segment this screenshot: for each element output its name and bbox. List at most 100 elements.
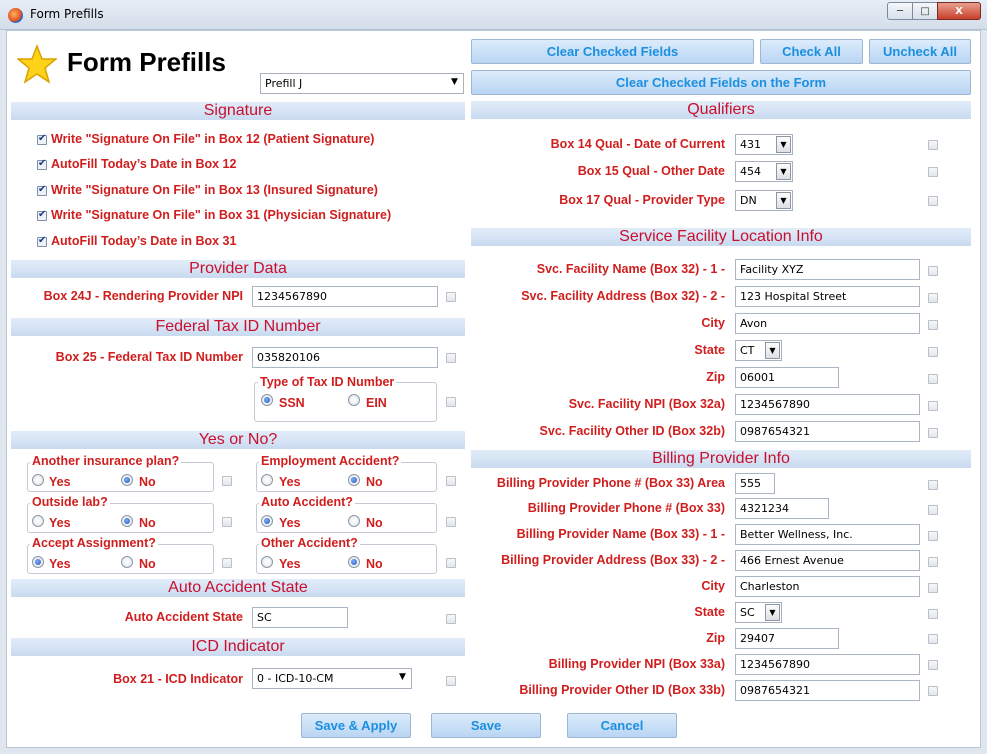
- accept-assignment-yes-radio[interactable]: [32, 556, 44, 568]
- ein-radio[interactable]: [348, 394, 360, 406]
- cancel-button[interactable]: Cancel: [567, 713, 677, 738]
- box15-qual-select[interactable]: 454 ▼: [735, 161, 793, 182]
- clear-checked-on-form-button[interactable]: Clear Checked Fields on the Form: [471, 70, 971, 95]
- federal-tax-label: Box 25 - Federal Tax ID Number: [55, 350, 243, 364]
- federal-tax-checkbox[interactable]: [446, 353, 456, 363]
- close-icon[interactable]: X: [937, 2, 981, 20]
- rendering-npi-field[interactable]: 1234567890: [252, 286, 438, 307]
- chevron-down-icon: ▼: [765, 604, 780, 621]
- signature-checkbox-5[interactable]: [37, 235, 47, 247]
- yes-no-header: Yes or No?: [11, 431, 465, 449]
- outside-lab-label: Outside lab?: [30, 495, 110, 509]
- svc-facility-name-checkbox[interactable]: [928, 266, 938, 276]
- billing-address-checkbox[interactable]: [928, 557, 938, 567]
- billing-phone-checkbox[interactable]: [928, 505, 938, 515]
- billing-npi-checkbox[interactable]: [928, 660, 938, 670]
- billing-city-checkbox[interactable]: [928, 583, 938, 593]
- billing-phone-field[interactable]: 4321234: [735, 498, 829, 519]
- ssn-label: SSN: [279, 396, 305, 410]
- other-accident-checkbox[interactable]: [446, 558, 456, 568]
- outside-lab-no-radio[interactable]: [121, 515, 133, 527]
- signature-checkbox-2[interactable]: [37, 158, 47, 170]
- billing-state-select[interactable]: SC ▼: [735, 602, 782, 623]
- icd-select[interactable]: 0 - ICD-10-CM ▼: [252, 668, 412, 689]
- svc-facility-name-field[interactable]: Facility XYZ: [735, 259, 920, 280]
- minimize-icon[interactable]: ─: [887, 2, 913, 20]
- other-accident-no-radio[interactable]: [348, 556, 360, 568]
- auto-accident-state-checkbox[interactable]: [446, 614, 456, 624]
- billing-provider-header: Billing Provider Info: [471, 450, 971, 468]
- svc-facility-state-select[interactable]: CT ▼: [735, 340, 782, 361]
- another-insurance-checkbox[interactable]: [222, 476, 232, 486]
- billing-zip-checkbox[interactable]: [928, 634, 938, 644]
- other-accident-yes-radio[interactable]: [261, 556, 273, 568]
- signature-label-5: AutoFill Today’s Date in Box 31: [51, 234, 237, 248]
- auto-accident-yes-radio[interactable]: [261, 515, 273, 527]
- chevron-down-icon: ▼: [776, 136, 791, 153]
- auto-accident-state-field[interactable]: SC: [252, 607, 348, 628]
- billing-zip-field[interactable]: 29407: [735, 628, 839, 649]
- outside-lab-yes-radio[interactable]: [32, 515, 44, 527]
- svc-facility-address-checkbox[interactable]: [928, 293, 938, 303]
- billing-npi-field[interactable]: 1234567890: [735, 654, 920, 675]
- svc-facility-state-checkbox[interactable]: [928, 347, 938, 357]
- svc-facility-npi-checkbox[interactable]: [928, 401, 938, 411]
- another-insurance-yes-radio[interactable]: [32, 474, 44, 486]
- auto-accident-checkbox[interactable]: [446, 517, 456, 527]
- billing-address-field[interactable]: 466 Ernest Avenue: [735, 550, 920, 571]
- form-prefills-panel: Form Prefills Prefill J ▼ Clear Checked …: [6, 30, 981, 748]
- signature-checkbox-3[interactable]: [37, 184, 47, 196]
- federal-tax-field[interactable]: 035820106: [252, 347, 438, 368]
- signature-label-3: Write "Signature On File" in Box 13 (Ins…: [51, 183, 378, 197]
- check-all-button[interactable]: Check All: [760, 39, 863, 64]
- accept-assignment-no-radio[interactable]: [121, 556, 133, 568]
- federal-tax-header: Federal Tax ID Number: [11, 318, 465, 336]
- provider-data-header: Provider Data: [11, 260, 465, 278]
- billing-name-field[interactable]: Better Wellness, Inc.: [735, 524, 920, 545]
- prefill-select[interactable]: Prefill J ▼: [260, 73, 464, 94]
- billing-phone-label: Billing Provider Phone # (Box 33): [527, 501, 725, 515]
- box17-qual-checkbox[interactable]: [928, 196, 938, 206]
- svc-facility-address-field[interactable]: 123 Hospital Street: [735, 286, 920, 307]
- svc-facility-city-checkbox[interactable]: [928, 320, 938, 330]
- maximize-icon[interactable]: □: [912, 2, 938, 20]
- uncheck-all-button[interactable]: Uncheck All: [869, 39, 971, 64]
- save-apply-button[interactable]: Save & Apply: [301, 713, 411, 738]
- svc-facility-zip-label: Zip: [706, 370, 725, 384]
- svc-facility-city-field[interactable]: Avon: [735, 313, 920, 334]
- svc-facility-zip-checkbox[interactable]: [928, 374, 938, 384]
- tax-id-type-checkbox[interactable]: [446, 397, 456, 407]
- accept-assignment-checkbox[interactable]: [222, 558, 232, 568]
- chevron-down-icon: ▼: [399, 672, 406, 682]
- employment-accident-checkbox[interactable]: [446, 476, 456, 486]
- svc-facility-other-field[interactable]: 0987654321: [735, 421, 920, 442]
- signature-checkbox-4[interactable]: [37, 209, 47, 221]
- outside-lab-checkbox[interactable]: [222, 517, 232, 527]
- auto-accident-no-radio[interactable]: [348, 515, 360, 527]
- employment-accident-yes-radio[interactable]: [261, 474, 273, 486]
- box14-qual-select[interactable]: 431 ▼: [735, 134, 793, 155]
- auto-accident-state-header: Auto Accident State: [11, 579, 465, 597]
- svc-facility-npi-field[interactable]: 1234567890: [735, 394, 920, 415]
- employment-accident-no-radio[interactable]: [348, 474, 360, 486]
- ssn-radio[interactable]: [261, 394, 273, 406]
- billing-name-checkbox[interactable]: [928, 531, 938, 541]
- save-button[interactable]: Save: [431, 713, 541, 738]
- box17-qual-select[interactable]: DN ▼: [735, 190, 793, 211]
- billing-phone-area-checkbox[interactable]: [928, 480, 938, 490]
- billing-city-field[interactable]: Charleston: [735, 576, 920, 597]
- icd-checkbox[interactable]: [446, 676, 456, 686]
- box15-qual-checkbox[interactable]: [928, 167, 938, 177]
- billing-state-checkbox[interactable]: [928, 609, 938, 619]
- signature-checkbox-1[interactable]: [37, 133, 47, 145]
- another-insurance-no-radio[interactable]: [121, 474, 133, 486]
- clear-checked-fields-button[interactable]: Clear Checked Fields: [471, 39, 754, 64]
- star-icon: [17, 44, 57, 84]
- svc-facility-zip-field[interactable]: 06001: [735, 367, 839, 388]
- svc-facility-other-checkbox[interactable]: [928, 428, 938, 438]
- billing-other-field[interactable]: 0987654321: [735, 680, 920, 701]
- box14-qual-checkbox[interactable]: [928, 140, 938, 150]
- billing-phone-area-field[interactable]: 555: [735, 473, 775, 494]
- billing-other-checkbox[interactable]: [928, 686, 938, 696]
- rendering-npi-checkbox[interactable]: [446, 292, 456, 302]
